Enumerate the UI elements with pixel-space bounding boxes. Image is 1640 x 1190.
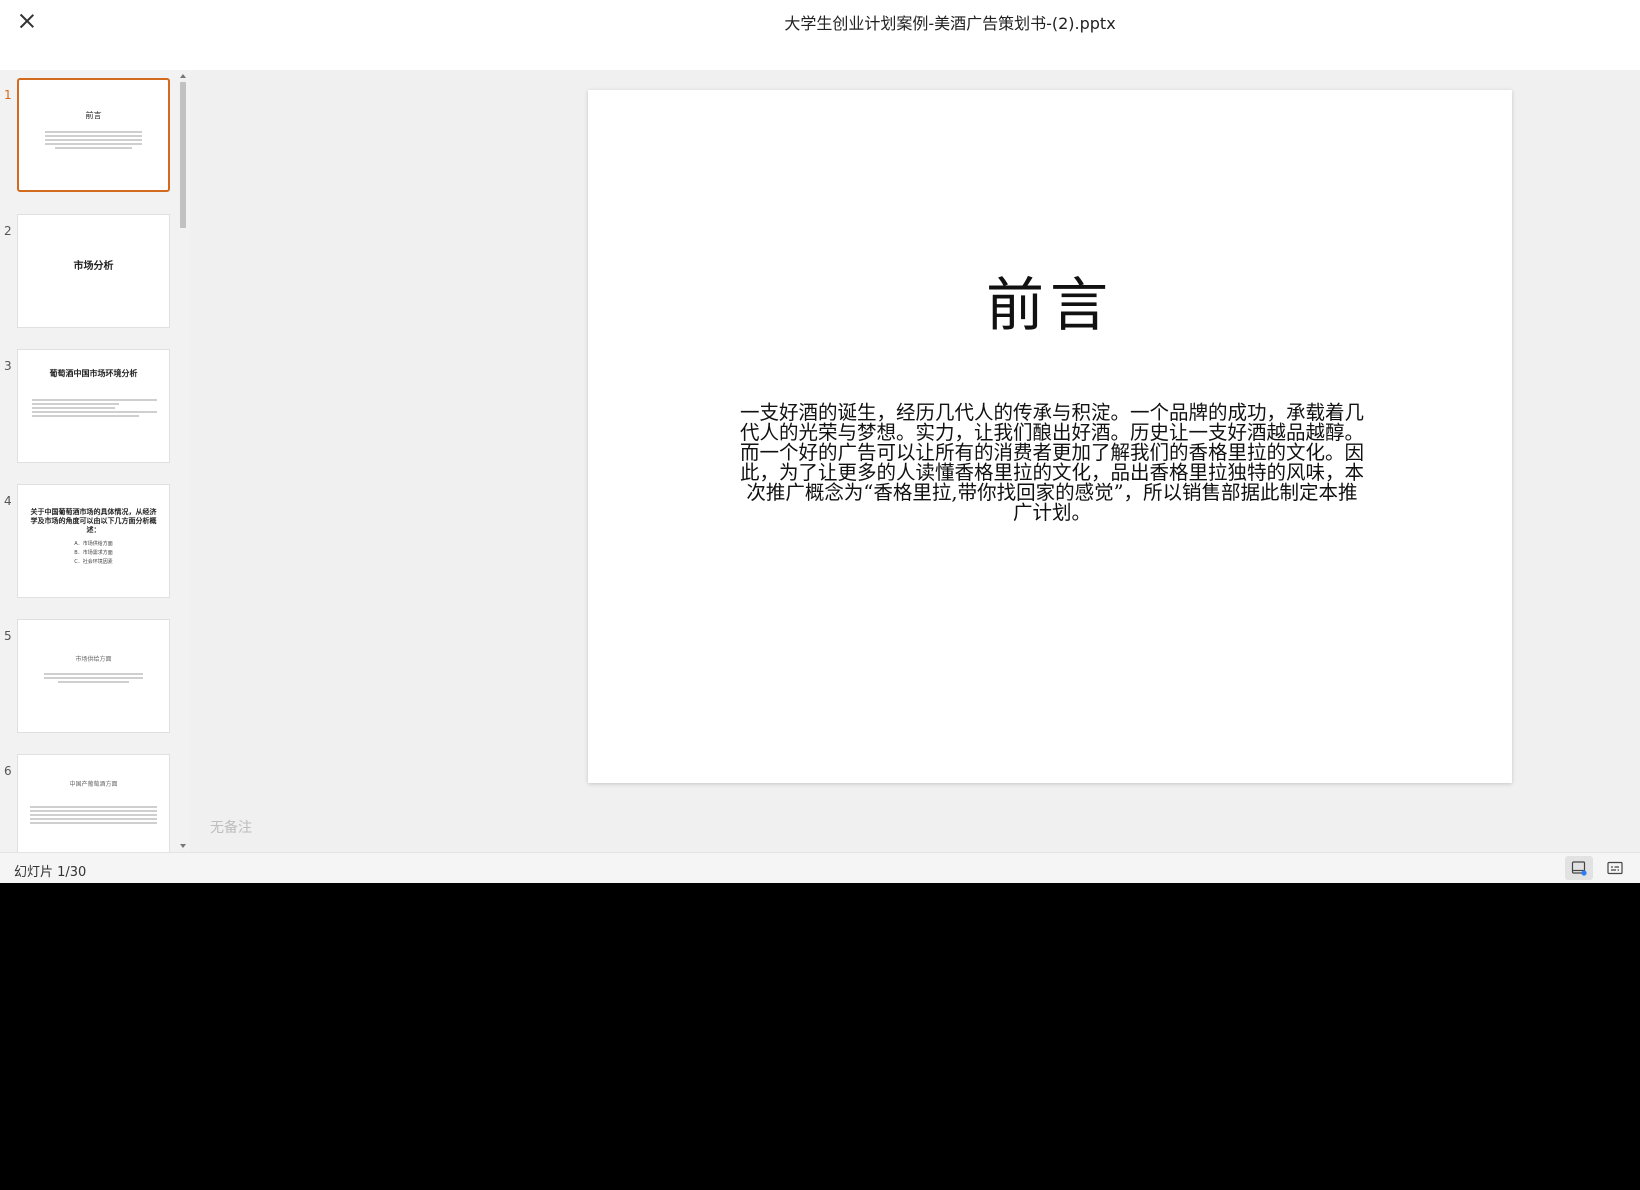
subtitles-button[interactable] — [1601, 856, 1629, 880]
thumbnail-preview[interactable]: 葡萄酒中国市场环境分析 — [17, 349, 170, 463]
document-title: 大学生创业计划案例-美酒广告策划书-(2).pptx — [784, 14, 1116, 33]
thumbnail-text-lines — [19, 131, 168, 149]
thumbnail-list-item: C．社会环境因素 — [74, 559, 113, 565]
thumbnail-list-item: B．市场需求方面 — [74, 550, 113, 556]
thumbnail-number: 6 — [4, 764, 12, 778]
thumbnail-title: 前言 — [85, 111, 102, 120]
thumbnail-title: 市场分析 — [73, 261, 114, 272]
thumbnail-preview[interactable]: 市场分析 — [17, 214, 170, 328]
thumbnail-text-lines — [18, 673, 169, 683]
thumbnail-slide-2[interactable]: 2 市场分析 — [0, 214, 178, 330]
slide-canvas: 前言 一支好酒的诞生，经历几代人的传承与积淀。一个品牌的成功，承载着几代人的光荣… — [588, 90, 1512, 783]
thumbnail-title: 市场供给方面 — [75, 656, 112, 663]
thumbnail-text-lines — [18, 399, 169, 417]
slide-body-text: 一支好酒的诞生，经历几代人的传承与积淀。一个品牌的成功，承载着几代人的光荣与梦想… — [739, 401, 1364, 524]
thumbnail-slide-3[interactable]: 3 葡萄酒中国市场环境分析 — [0, 349, 178, 465]
status-bar: 幻灯片 1/30 — [0, 852, 1640, 883]
notes-view-icon — [1571, 861, 1587, 876]
thumbnail-number: 1 — [4, 88, 12, 102]
thumbnail-number: 5 — [4, 629, 12, 643]
title-bar: 大学生创业计划案例-美酒广告策划书-(2).pptx — [0, 0, 1640, 70]
presentation-viewer: 大学生创业计划案例-美酒广告策划书-(2).pptx 1 前言 2 市场分析 3… — [0, 0, 1640, 883]
thumbnail-slide-5[interactable]: 5 市场供给方面 — [0, 619, 178, 735]
thumbnail-text-lines — [18, 806, 169, 824]
scrollbar-thumb[interactable] — [180, 82, 186, 228]
slide-thumbnail-panel: 1 前言 2 市场分析 3 葡萄酒中国市场环境分析 4 关于中国葡萄酒市场的具体… — [0, 70, 190, 852]
thumbnail-number: 3 — [4, 359, 12, 373]
notes-view-button[interactable] — [1565, 856, 1593, 880]
thumbnail-slide-1[interactable]: 1 前言 — [0, 78, 178, 194]
thumbnail-scrollbar[interactable] — [178, 70, 188, 852]
slide-title: 前言 — [985, 271, 1114, 339]
subtitles-icon — [1607, 861, 1623, 875]
thumbnail-title: 关于中国葡萄酒市场的具体情况，从经济学及市场的角度可以由以下几方面分析概述： — [30, 507, 157, 534]
thumbnail-slide-6[interactable]: 6 中国产葡萄酒方面 — [0, 754, 178, 852]
scroll-up-arrow-icon[interactable] — [180, 74, 186, 78]
thumbnail-number: 4 — [4, 494, 12, 508]
speaker-notes[interactable]: 无备注 — [210, 817, 252, 837]
thumbnail-preview[interactable]: 中国产葡萄酒方面 — [17, 754, 170, 852]
scroll-down-arrow-icon[interactable] — [180, 844, 186, 848]
thumbnail-slide-4[interactable]: 4 关于中国葡萄酒市场的具体情况，从经济学及市场的角度可以由以下几方面分析概述：… — [0, 484, 178, 600]
slide-counter: 幻灯片 1/30 — [14, 865, 87, 880]
thumbnail-list: A．市场供给方面 B．市场需求方面 C．社会环境因素 — [18, 540, 169, 567]
thumbnail-number: 2 — [4, 224, 12, 238]
thumbnail-list-item: A．市场供给方面 — [74, 541, 113, 547]
thumbnail-preview[interactable]: 前言 — [17, 78, 170, 192]
thumbnail-title: 葡萄酒中国市场环境分析 — [49, 368, 138, 378]
thumbnail-preview[interactable]: 市场供给方面 — [17, 619, 170, 733]
thumbnail-title: 中国产葡萄酒方面 — [69, 781, 118, 788]
thumbnail-preview[interactable]: 关于中国葡萄酒市场的具体情况，从经济学及市场的角度可以由以下几方面分析概述： A… — [17, 484, 170, 598]
